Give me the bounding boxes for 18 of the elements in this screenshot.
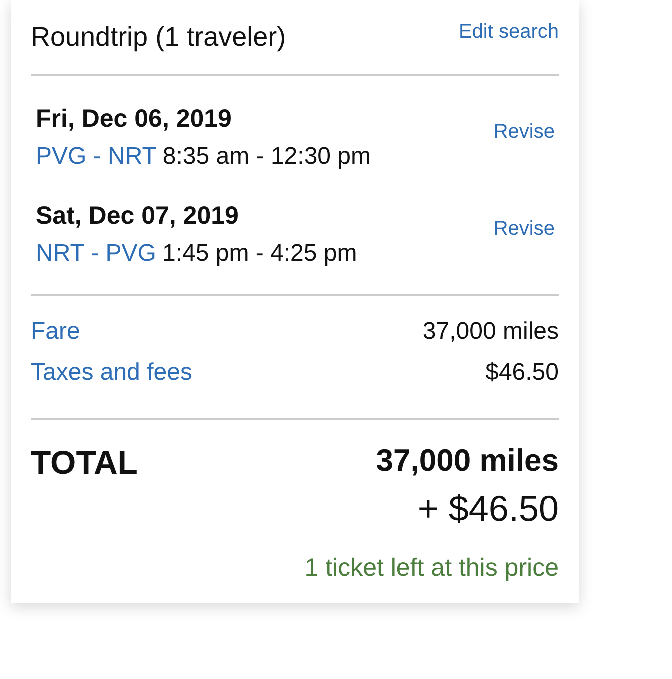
revise-link[interactable]: Revise (494, 120, 555, 144)
flight-times: 1:45 pm - 4:25 pm (162, 240, 358, 267)
flight-date: Sat, Dec 07, 2019 (36, 201, 240, 231)
price-label-link[interactable]: Taxes and fees (31, 358, 192, 388)
availability-note: 1 ticket left at this price (304, 553, 559, 583)
edit-search-link[interactable]: Edit search (458, 20, 559, 44)
total-cash: + $46.50 (418, 487, 559, 531)
price-label-link[interactable]: Fare (31, 317, 80, 347)
total-label: TOTAL (31, 443, 138, 483)
total-miles: 37,000 miles (376, 442, 559, 480)
flight-date: Fri, Dec 06, 2019 (36, 104, 233, 134)
flight-times: 8:35 am - 12:30 pm (162, 143, 372, 170)
revise-link[interactable]: Revise (494, 217, 555, 241)
price-value: $46.50 (486, 358, 559, 388)
price-value: 37,000 miles (422, 317, 559, 347)
route-link[interactable]: NRT - PVG (36, 240, 156, 267)
trip-title: Roundtrip (1 traveler) (31, 22, 286, 52)
route-link[interactable]: PVG - NRT (36, 143, 157, 170)
